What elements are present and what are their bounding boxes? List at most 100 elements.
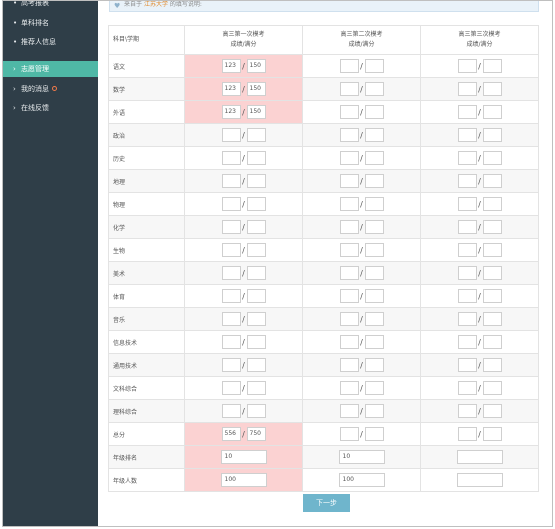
full-score-input[interactable] [482, 82, 502, 96]
grade-rank-input[interactable]: 10 [220, 450, 267, 464]
score-input[interactable] [339, 174, 359, 188]
full-score-input[interactable] [364, 151, 384, 165]
full-score-input[interactable] [364, 404, 384, 418]
score-input[interactable] [339, 128, 359, 142]
full-score-input[interactable] [482, 174, 502, 188]
full-score-input[interactable] [364, 243, 384, 257]
score-input[interactable] [339, 243, 359, 257]
score-input[interactable] [457, 220, 477, 234]
score-input[interactable] [457, 335, 477, 349]
full-score-input[interactable] [482, 289, 502, 303]
score-input[interactable] [457, 197, 477, 211]
score-input[interactable] [339, 59, 359, 73]
notice-university-link[interactable]: 江苏大学 [144, 1, 168, 8]
score-input[interactable] [221, 220, 241, 234]
full-score-input[interactable] [482, 427, 502, 441]
full-score-input[interactable] [246, 243, 266, 257]
full-score-input[interactable] [482, 197, 502, 211]
full-score-input[interactable] [364, 105, 384, 119]
full-score-input[interactable] [482, 358, 502, 372]
score-input[interactable] [221, 128, 241, 142]
score-input[interactable] [457, 266, 477, 280]
full-score-input[interactable] [364, 289, 384, 303]
score-input[interactable] [221, 289, 241, 303]
score-input[interactable] [457, 289, 477, 303]
score-input[interactable] [457, 151, 477, 165]
score-input[interactable] [339, 82, 359, 96]
full-score-input[interactable] [364, 197, 384, 211]
score-input[interactable] [339, 197, 359, 211]
full-score-input[interactable] [364, 358, 384, 372]
score-input[interactable] [457, 243, 477, 257]
score-input[interactable] [221, 404, 241, 418]
score-input[interactable] [221, 174, 241, 188]
full-score-input[interactable] [246, 312, 266, 326]
full-score-input[interactable] [246, 174, 266, 188]
score-input[interactable]: 123 [221, 82, 241, 96]
score-input[interactable] [457, 128, 477, 142]
score-input[interactable] [457, 174, 477, 188]
score-input[interactable] [339, 312, 359, 326]
full-score-input[interactable] [482, 335, 502, 349]
sidebar-item[interactable]: • 单科排名 [3, 15, 98, 31]
full-score-input[interactable] [364, 266, 384, 280]
score-input[interactable] [339, 289, 359, 303]
full-score-input[interactable] [364, 174, 384, 188]
full-score-input[interactable] [482, 59, 502, 73]
full-score-input[interactable] [482, 312, 502, 326]
full-score-input[interactable] [246, 266, 266, 280]
full-score-input[interactable] [482, 404, 502, 418]
score-input[interactable] [221, 243, 241, 257]
full-score-input[interactable] [364, 59, 384, 73]
sidebar-item[interactable]: • 高考报表 [3, 1, 98, 11]
full-score-input[interactable] [246, 151, 266, 165]
sidebar-item[interactable]: • 推荐人信息 [3, 34, 98, 50]
full-score-input[interactable] [364, 335, 384, 349]
score-input[interactable] [339, 335, 359, 349]
score-input[interactable]: 123 [221, 105, 241, 119]
next-step-button[interactable]: 下一步 [303, 494, 350, 512]
grade-count-input[interactable]: 100 [338, 473, 385, 487]
full-score-input[interactable] [482, 266, 502, 280]
score-input[interactable] [339, 220, 359, 234]
full-score-input[interactable] [482, 128, 502, 142]
full-score-input[interactable]: 150 [246, 105, 266, 119]
full-score-input[interactable] [246, 197, 266, 211]
full-score-input[interactable] [246, 128, 266, 142]
full-score-input[interactable] [246, 335, 266, 349]
full-score-input[interactable] [364, 220, 384, 234]
full-score-input[interactable] [482, 105, 502, 119]
grade-rank-input[interactable] [456, 450, 503, 464]
score-input[interactable] [221, 266, 241, 280]
score-input[interactable] [457, 82, 477, 96]
score-input[interactable] [339, 358, 359, 372]
full-score-input[interactable] [482, 243, 502, 257]
score-input[interactable] [339, 404, 359, 418]
score-input[interactable] [339, 266, 359, 280]
full-score-input[interactable] [246, 220, 266, 234]
score-input[interactable] [339, 105, 359, 119]
score-input[interactable] [457, 358, 477, 372]
score-input[interactable] [457, 105, 477, 119]
full-score-input[interactable] [364, 381, 384, 395]
full-score-input[interactable] [364, 128, 384, 142]
score-input[interactable] [221, 197, 241, 211]
score-input[interactable] [221, 335, 241, 349]
score-input[interactable] [339, 381, 359, 395]
score-input[interactable]: 123 [221, 59, 241, 73]
full-score-input[interactable] [482, 151, 502, 165]
score-input[interactable] [339, 427, 359, 441]
grade-count-input[interactable]: 100 [220, 473, 267, 487]
score-input[interactable] [339, 151, 359, 165]
full-score-input[interactable] [482, 220, 502, 234]
score-input[interactable] [457, 312, 477, 326]
full-score-input[interactable] [246, 289, 266, 303]
full-score-input[interactable]: 150 [246, 82, 266, 96]
grade-rank-input[interactable]: 10 [338, 450, 385, 464]
full-score-input[interactable]: 150 [246, 59, 266, 73]
score-input[interactable] [457, 59, 477, 73]
score-input[interactable] [457, 381, 477, 395]
full-score-input[interactable] [246, 381, 266, 395]
full-score-input[interactable] [364, 427, 384, 441]
full-score-input[interactable] [246, 404, 266, 418]
